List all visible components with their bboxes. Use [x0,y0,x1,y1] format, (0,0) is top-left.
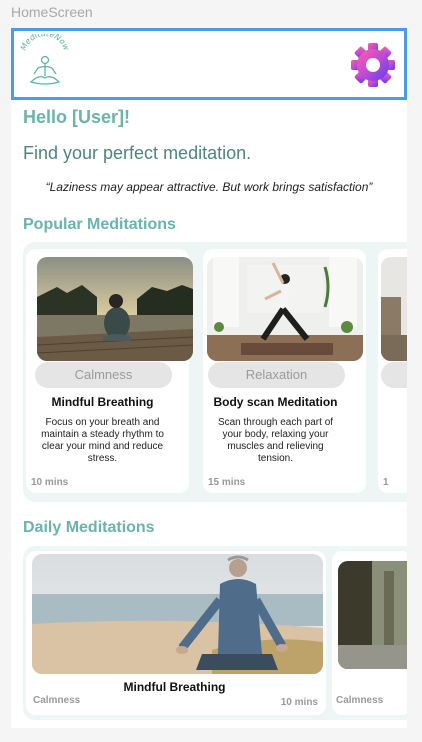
daily-card-partial[interactable]: Calmness [332,551,407,715]
card-duration: 10 mins [31,477,69,488]
app-logo[interactable]: MeditateNow [17,29,73,94]
yoga-pose-image [207,257,363,361]
card-description: Scan through each part of your body, rel… [217,417,334,464]
home-screen: MeditateNow [11,28,407,728]
daily-quote: “Laziness may appear attractive. But wor… [45,180,373,194]
lake-meditation-image [37,257,193,361]
card-tag: Calmness [336,695,384,706]
popular-carousel[interactable]: Calmness Mindful Breathing Focus on your… [23,242,407,502]
settings-gear-icon[interactable] [348,40,398,90]
popular-card-partial[interactable]: 1 [378,249,407,493]
card-tag: Calmness [33,695,81,706]
card-duration: 15 mins [208,477,246,488]
daily-section-title: Daily Meditations [23,519,155,536]
tag-chip: Relaxation [208,362,345,388]
beach-meditation-image [32,554,323,674]
forest-meditation-image [338,561,407,669]
popular-section-title: Popular Meditations [23,216,176,233]
page-subtitle: Find your perfect meditation. [23,143,252,163]
tag-chip [381,362,407,388]
tag-chip: Calmness [35,362,172,388]
daily-carousel[interactable]: Mindful Breathing Calmness 10 mins Calmn… [23,546,407,720]
card-duration: 10 mins [280,697,318,708]
greeting-heading: Hello [User]! [23,107,131,127]
daily-card-mindful-breathing[interactable]: Mindful Breathing Calmness 10 mins [26,551,326,715]
frame-label: HomeScreen [11,4,93,20]
card-duration: 1 [383,477,389,488]
popular-card-body-scan[interactable]: Relaxation Body scan Meditation Scan thr… [203,249,366,493]
partial-card-image [381,257,407,361]
card-title: Mindful Breathing [123,680,226,694]
card-title: Mindful Breathing [51,395,154,409]
popular-card-mindful-breathing[interactable]: Calmness Mindful Breathing Focus on your… [26,249,193,493]
card-title: Body scan Meditation [213,395,338,409]
card-description: Focus on your breath and maintain a stea… [41,417,164,464]
app-header: MeditateNow [11,28,407,100]
